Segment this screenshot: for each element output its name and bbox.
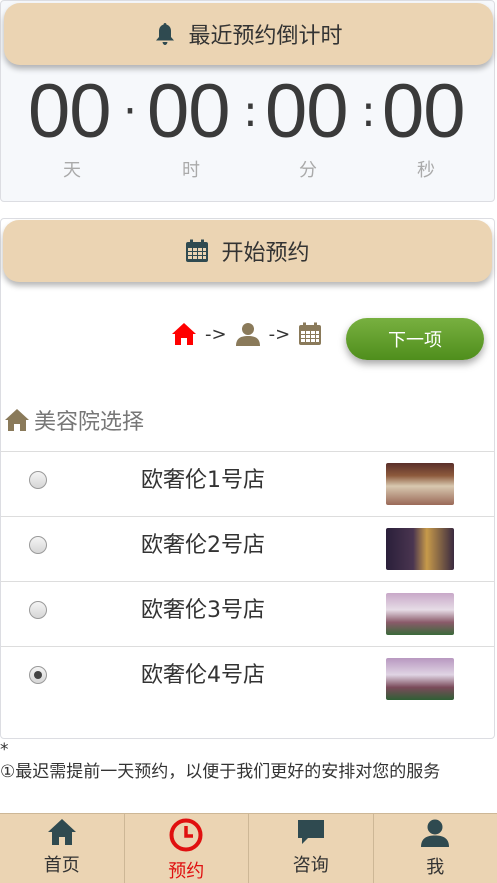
countdown-panel: 最近预约倒计时 00 · 00 : 00 : 00 天 时 分 秒	[0, 0, 495, 202]
home-icon	[5, 409, 29, 431]
salon-select-title: 美容院选择	[34, 410, 145, 435]
step-arrow: ->	[205, 323, 227, 345]
countdown-digits: 00 · 00 : 00 : 00	[1, 71, 497, 153]
storefront-thumbnail	[386, 658, 454, 700]
countdown-header: 最近预约倒计时	[4, 3, 493, 65]
separator-dot: ·	[123, 86, 137, 137]
store-name: 欧奢伦2号店	[141, 533, 265, 558]
calendar-icon	[186, 239, 209, 262]
store-radio[interactable]	[29, 601, 47, 619]
user-icon	[421, 819, 450, 847]
store-name: 欧奢伦4号店	[141, 663, 265, 688]
home-icon	[47, 819, 76, 845]
store-radio-selected[interactable]	[29, 666, 47, 684]
tab-booking[interactable]: 预约	[125, 814, 249, 883]
days-value: 00	[28, 69, 112, 154]
store-option[interactable]: 欧奢伦3号店	[1, 581, 494, 646]
minutes-unit: 分	[299, 160, 317, 181]
minutes-value: 00	[265, 69, 349, 154]
store-option[interactable]: 欧奢伦4号店	[1, 646, 494, 711]
countdown-title: 最近预约倒计时	[188, 24, 343, 49]
booking-panel: 开始预约 -> -> 下一项 美容院选择 欧奢伦1号店 欧奢伦2号店 欧奢伦3号…	[0, 218, 495, 739]
tab-home[interactable]: 首页	[0, 814, 125, 883]
storefront-thumbnail	[386, 593, 454, 635]
seconds-value: 00	[382, 69, 466, 154]
bottom-tabbar: 首页 预约 咨询 我	[0, 813, 497, 883]
store-list: 欧奢伦1号店 欧奢伦2号店 欧奢伦3号店 欧奢伦4号店	[1, 451, 494, 711]
separator-colon: :	[243, 86, 258, 137]
hours-value: 00	[147, 69, 231, 154]
tab-me[interactable]: 我	[374, 814, 497, 883]
booking-header: 开始预约	[3, 220, 492, 282]
booking-notes: * ①最迟需提前一天预约，以便于我们更好的安排对您的服务	[0, 740, 497, 784]
storefront-thumbnail	[386, 528, 454, 570]
days-unit: 天	[63, 160, 81, 181]
step-arrow: ->	[268, 323, 291, 345]
next-step-button[interactable]: 下一项	[346, 318, 484, 360]
chat-icon	[297, 820, 324, 844]
store-radio[interactable]	[29, 536, 47, 554]
calendar-step-icon	[299, 322, 322, 345]
user-step-icon	[235, 323, 260, 346]
home-step-icon	[172, 323, 196, 345]
hours-unit: 时	[182, 160, 200, 181]
tab-booking-label: 预约	[168, 861, 205, 882]
tab-consult[interactable]: 咨询	[249, 814, 374, 883]
store-radio[interactable]	[29, 471, 47, 489]
tab-me-label: 我	[426, 857, 445, 878]
salon-select-heading: 美容院选择	[4, 405, 144, 435]
booking-steps: -> ->	[171, 319, 322, 349]
store-option[interactable]: 欧奢伦2号店	[1, 516, 494, 581]
separator-colon: :	[361, 86, 376, 137]
bell-icon	[156, 23, 175, 45]
clock-icon	[169, 818, 203, 852]
tab-consult-label: 咨询	[292, 855, 329, 876]
store-option[interactable]: 欧奢伦1号店	[1, 451, 494, 516]
note-asterisk: *	[0, 740, 9, 760]
booking-title: 开始预约	[221, 241, 310, 266]
storefront-thumbnail	[386, 463, 454, 505]
seconds-unit: 秒	[417, 160, 435, 181]
tab-home-label: 首页	[43, 855, 80, 876]
store-name: 欧奢伦3号店	[141, 598, 265, 623]
note-line: ①最迟需提前一天预约，以便于我们更好的安排对您的服务	[0, 762, 441, 782]
store-name: 欧奢伦1号店	[141, 468, 265, 493]
